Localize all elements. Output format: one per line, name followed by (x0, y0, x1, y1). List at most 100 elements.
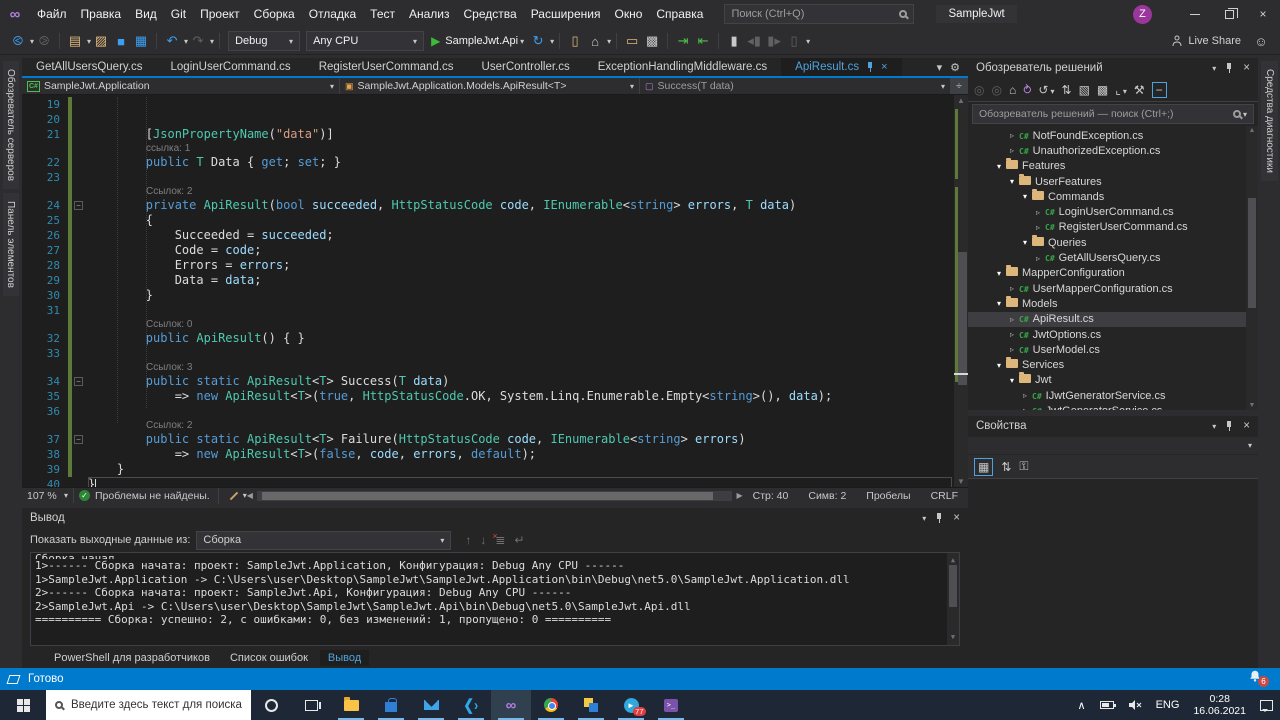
volume-muted-icon[interactable] (1121, 690, 1149, 720)
pin-icon[interactable] (1226, 421, 1233, 431)
indent-icon[interactable]: ⇥ (674, 31, 692, 51)
undo-icon[interactable]: ↶ (163, 31, 181, 51)
tree-item-Services[interactable]: ▾ Services (968, 357, 1258, 372)
window-position-icon[interactable]: ▾ (1212, 64, 1216, 73)
menu-item-тест[interactable]: Тест (363, 0, 402, 28)
code-line-21[interactable]: 21 [JsonPropertyName("data")] (22, 127, 954, 142)
close-panel-icon[interactable]: × (1243, 420, 1250, 432)
tree-item-GetAllUsersQuery.cs[interactable]: ▹ C# GetAllUsersQuery.cs (968, 250, 1258, 265)
tree-item-UserModel.cs[interactable]: ▹ C# UserModel.cs (968, 342, 1258, 357)
home-icon[interactable]: ⌂ (1009, 83, 1016, 97)
code-line-25[interactable]: 25 { (22, 213, 954, 228)
document-tab-UserController.cs[interactable]: UserController.cs (468, 58, 584, 76)
document-outline-icon[interactable]: ▩ (643, 31, 661, 51)
expand-icon[interactable]: ▹ (1020, 406, 1030, 410)
codelens-row[interactable]: Ссылок: 2 (22, 419, 954, 432)
alphabetical-view-icon[interactable]: ⇅ (1001, 460, 1011, 474)
bookmark-next-icon[interactable]: ▮▸ (765, 31, 783, 51)
properties-icon[interactable]: ⚒ (1134, 83, 1145, 97)
output-text-area[interactable]: Сборка начал 1>------ Сборка начата: про… (30, 552, 960, 646)
member-dropdown[interactable]: ▢ Success(T data) ▾ (640, 78, 950, 94)
feedback-icon[interactable]: ☺ (1252, 31, 1270, 51)
code-line-33[interactable]: 33 (22, 346, 954, 361)
document-list-icon[interactable]: ▾ (937, 61, 943, 74)
tree-item-IJwtGeneratorService.cs[interactable]: ▹ C# IJwtGeneratorService.cs (968, 388, 1258, 403)
solution-explorer-search[interactable]: Обозреватель решений — поиск (Ctrl+;) ▾ (972, 104, 1254, 124)
new-item-icon[interactable]: ▤ (66, 31, 84, 51)
terminal-button[interactable]: >_ (651, 690, 691, 720)
clear-output-icon[interactable]: ≣ × (492, 531, 505, 547)
pin-icon[interactable] (936, 513, 943, 523)
forward-icon[interactable]: ◎ (991, 83, 1001, 97)
menu-item-вид[interactable]: Вид (128, 0, 164, 28)
problems-status[interactable]: Проблемы не найдены. (95, 490, 210, 502)
new-folder-icon[interactable]: ▭ (623, 31, 641, 51)
property-pages-icon[interactable]: ⚿ (1019, 459, 1028, 474)
task-view-button[interactable] (291, 690, 331, 720)
cortana-button[interactable] (251, 690, 291, 720)
expand-icon[interactable]: ▹ (1007, 345, 1017, 354)
zoom-dropdown[interactable]: 107 % ▾ (22, 488, 74, 503)
code-line-40[interactable]: 40} (22, 477, 954, 487)
collapse-icon[interactable]: ▾ (994, 361, 1004, 370)
codelens-row[interactable]: Ссылок: 0 (22, 318, 954, 331)
collapse-icon[interactable]: ▾ (1007, 177, 1017, 186)
expand-icon[interactable]: ▹ (1033, 208, 1043, 217)
hscroll-left-icon[interactable]: ◀ (247, 491, 253, 500)
code-line-24[interactable]: 24− private ApiResult(bool succeeded, Ht… (22, 198, 954, 213)
mail-button[interactable] (411, 690, 451, 720)
navigate-forward-icon[interactable]: ⧁ (35, 31, 53, 51)
expand-icon[interactable]: ▹ (1007, 131, 1017, 140)
pin-tab-icon[interactable] (867, 62, 874, 72)
code-line-28[interactable]: 28 Errors = errors; (22, 258, 954, 273)
menu-item-файл[interactable]: Файл (30, 0, 74, 28)
tab-options-gear-icon[interactable]: ⚙ (950, 61, 960, 74)
bottom-tab-Список ошибок[interactable]: Список ошибок (222, 650, 316, 666)
code-line-19[interactable]: 19 (22, 97, 954, 112)
tree-item-Commands[interactable]: ▾ Commands (968, 188, 1258, 204)
window-position-icon[interactable]: ▾ (922, 514, 926, 523)
expand-icon[interactable]: ▹ (1033, 223, 1043, 232)
diagnostic-tools-tab[interactable]: Средства диагностики (1261, 61, 1278, 181)
menu-item-сборка[interactable]: Сборка (247, 0, 302, 28)
bottom-tab-Вывод[interactable]: Вывод (319, 650, 370, 666)
search-options-icon[interactable]: ▾ (1243, 110, 1247, 119)
menu-item-справка[interactable]: Справка (649, 0, 710, 28)
chrome-button[interactable] (531, 690, 571, 720)
expand-icon[interactable]: ▹ (1007, 284, 1017, 293)
document-tab-ApiResult.cs[interactable]: ApiResult.cs × (781, 58, 902, 76)
menu-item-средства[interactable]: Средства (457, 0, 524, 28)
code-line-23[interactable]: 23 (22, 170, 954, 185)
code-line-39[interactable]: 39 } (22, 462, 954, 477)
tree-item-JwtOptions.cs[interactable]: ▹ C# JwtOptions.cs (968, 327, 1258, 342)
visual-studio-button[interactable]: ∞ (491, 690, 531, 720)
tree-item-UnauthorizedException.cs[interactable]: ▹ C# UnauthorizedException.cs (968, 143, 1258, 158)
refresh-icon[interactable]: ↻ (529, 31, 547, 51)
code-line-36[interactable]: 36 (22, 404, 954, 419)
goto-next-message-icon[interactable]: ↓ (480, 533, 486, 547)
tree-item-Models[interactable]: ▾ Models (968, 295, 1258, 311)
sync-with-active-document-icon[interactable]: ⥁ (1023, 83, 1031, 97)
collapse-icon[interactable]: ▾ (994, 162, 1004, 171)
code-line-26[interactable]: 26 Succeeded = succeeded; (22, 228, 954, 243)
taskbar-search-box[interactable]: Введите здесь текст для поиска (46, 690, 251, 720)
battery-icon[interactable] (1093, 690, 1121, 720)
code-line-22[interactable]: 22 public T Data { get; set; } (22, 155, 954, 170)
menu-item-анализ[interactable]: Анализ (402, 0, 457, 28)
expand-icon[interactable]: ▹ (1007, 146, 1017, 155)
microsoft-store-button[interactable] (371, 690, 411, 720)
tree-item-LoginUserCommand.cs[interactable]: ▹ C# LoginUserCommand.cs (968, 204, 1258, 219)
indent-mode[interactable]: Пробелы (856, 490, 920, 502)
code-line-35[interactable]: 35 => new ApiResult<T>(true, HttpStatusC… (22, 389, 954, 404)
code-line-27[interactable]: 27 Code = code; (22, 243, 954, 258)
close-panel-icon[interactable]: × (953, 512, 960, 524)
menu-item-правка[interactable]: Правка (74, 0, 129, 28)
output-scrollbar[interactable]: ▲ ▼ (947, 553, 959, 645)
code-line-38[interactable]: 38 => new ApiResult<T>(false, code, erro… (22, 447, 954, 462)
redo-icon[interactable]: ↷ (189, 31, 207, 51)
restore-button[interactable] (1212, 0, 1246, 28)
project-dropdown[interactable]: C# SampleJwt.Application ▾ (22, 78, 340, 94)
collapse-all-icon[interactable]: ▩ (1097, 83, 1108, 97)
minimize-button[interactable] (1178, 0, 1212, 28)
menu-item-окно[interactable]: Окно (607, 0, 649, 28)
